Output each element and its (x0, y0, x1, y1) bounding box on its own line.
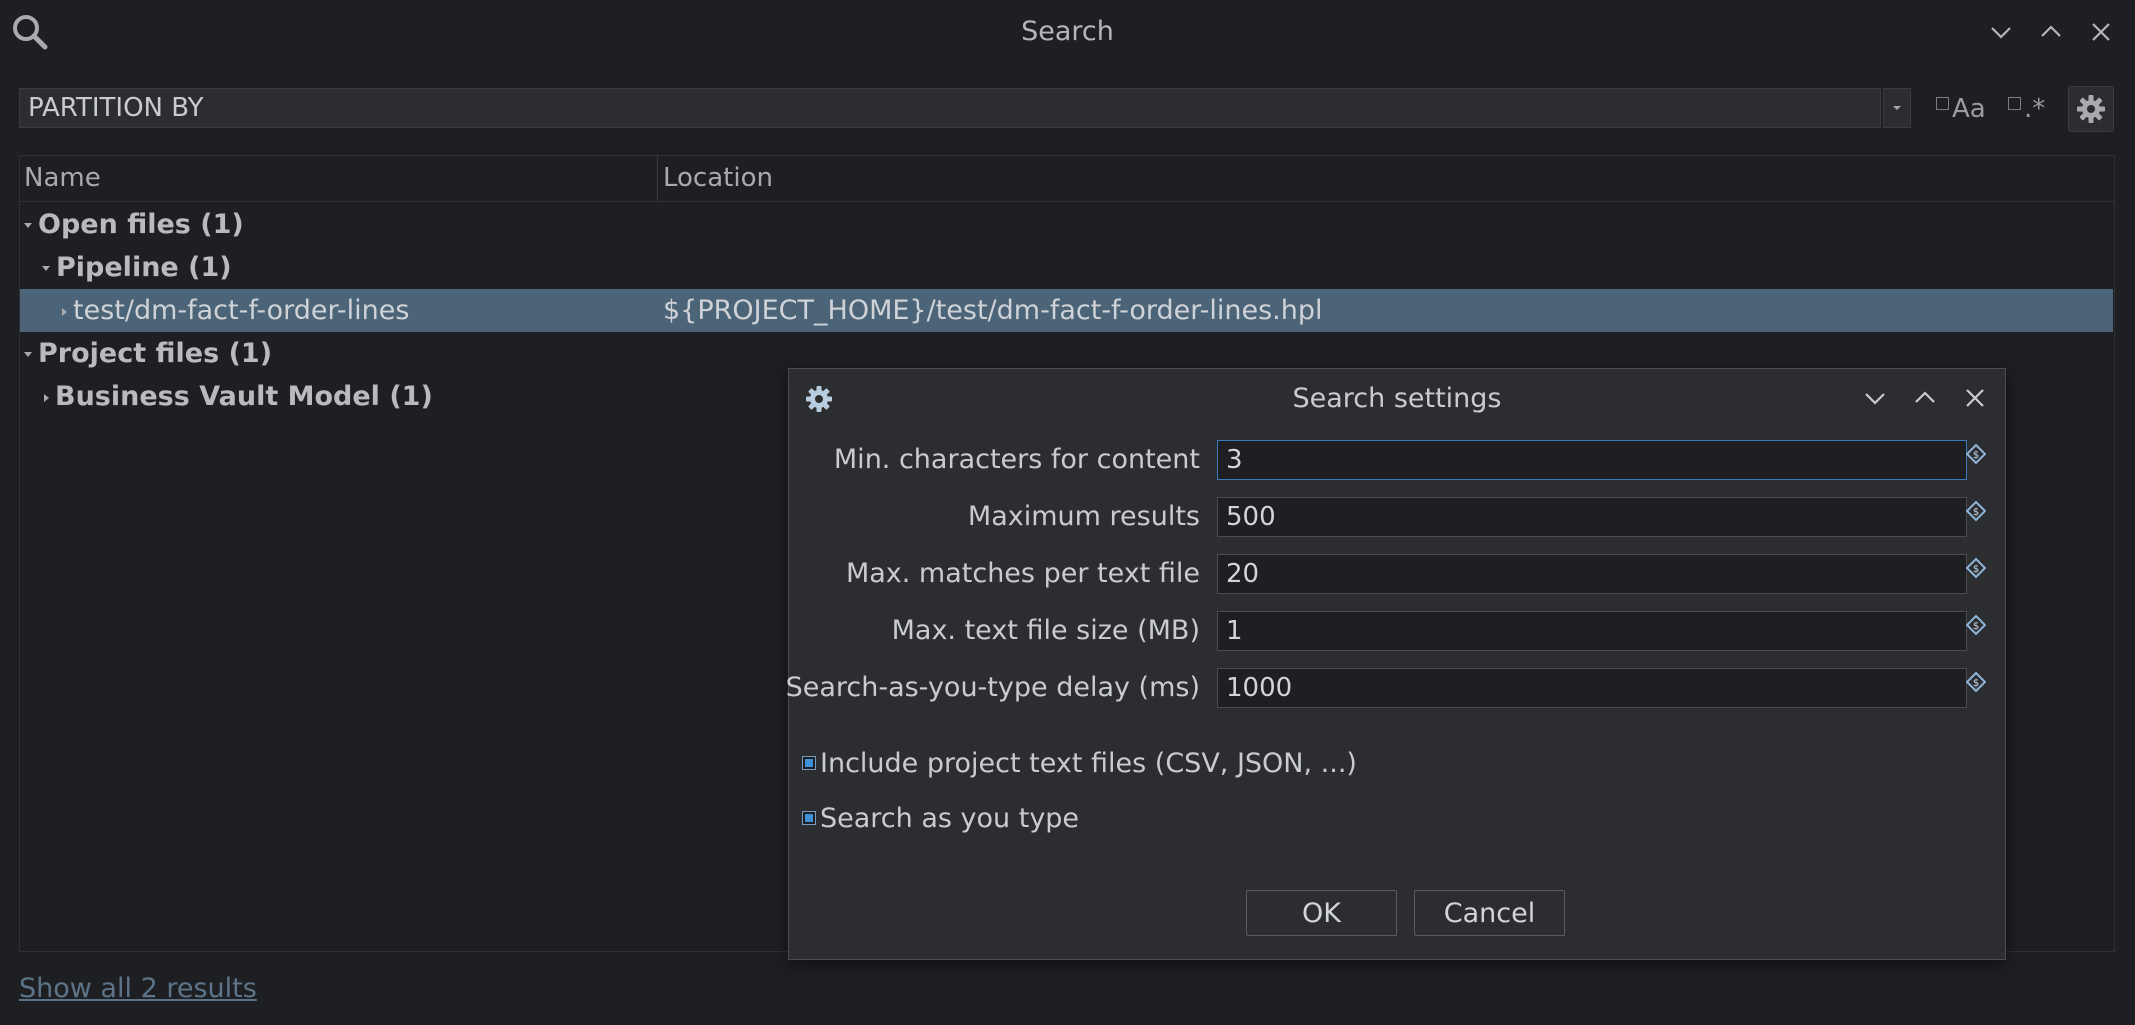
regex-toggle[interactable]: .* (2008, 92, 2045, 126)
max-matches-input[interactable] (1217, 554, 1967, 594)
expand-arrow-icon[interactable] (24, 223, 32, 228)
collapse-arrow-icon[interactable] (62, 307, 67, 316)
window-title: Search (1021, 16, 1114, 47)
max-results-label: Maximum results (967, 501, 1200, 532)
regex-label: .* (2024, 94, 2046, 124)
svg-text:$: $ (1973, 678, 1979, 689)
svg-text:$: $ (1973, 564, 1979, 575)
search-delay-input[interactable] (1217, 668, 1967, 708)
chevron-up-icon (2041, 25, 2061, 37)
svg-text:$: $ (1973, 450, 1979, 461)
variable-icon[interactable]: $ (1965, 500, 1987, 522)
variable-icon[interactable]: $ (1965, 557, 1987, 579)
svg-text:$: $ (1973, 507, 1979, 518)
tree-row-label: test/dm-fact-f-order-lines (73, 295, 410, 326)
chevron-down-icon (1893, 106, 1901, 110)
chevron-down-icon (1991, 27, 2011, 39)
gear-icon (2077, 95, 2105, 123)
min-chars-label: Min. characters for content (833, 444, 1200, 475)
tree-row-pipeline-file[interactable]: test/dm-fact-f-order-lines ${PROJECT_HOM… (20, 289, 2113, 332)
column-divider[interactable] (657, 156, 658, 201)
search-as-you-type-option[interactable]: Search as you type (802, 798, 1079, 838)
collapse-arrow-icon[interactable] (44, 393, 49, 402)
tree-row-open-files[interactable]: Open files (1) (20, 203, 2113, 246)
variable-icon[interactable]: $ (1965, 614, 1987, 636)
close-icon (2092, 23, 2110, 41)
expand-arrow-icon[interactable] (24, 352, 32, 357)
close-icon (1966, 389, 1984, 407)
close-button[interactable] (2083, 14, 2119, 50)
dialog-close-button[interactable] (1957, 380, 1993, 416)
case-sensitive-label: Aa (1952, 94, 1986, 124)
column-header-name[interactable]: Name (24, 156, 101, 201)
include-text-files-option[interactable]: Include project text files (CSV, JSON, .… (802, 743, 1357, 783)
tree-row-label: Open files (1) (38, 209, 244, 240)
tree-row-label: Pipeline (1) (56, 252, 232, 283)
variable-icon[interactable]: $ (1965, 671, 1987, 693)
ok-button[interactable]: OK (1246, 890, 1397, 936)
cancel-button[interactable]: Cancel (1414, 890, 1565, 936)
chevron-down-icon (1865, 393, 1885, 405)
tree-row-pipeline[interactable]: Pipeline (1) (20, 246, 2113, 289)
min-chars-input[interactable] (1217, 440, 1967, 480)
regex-checkbox[interactable] (2008, 96, 2021, 110)
include-text-files-checkbox[interactable] (802, 756, 816, 770)
search-input[interactable] (19, 88, 1881, 128)
search-delay-label: Search-as-you-type delay (ms) (785, 672, 1200, 703)
maximize-button[interactable] (2033, 14, 2069, 50)
search-as-you-type-checkbox[interactable] (802, 811, 816, 825)
search-as-you-type-label: Search as you type (820, 802, 1080, 834)
expand-arrow-icon[interactable] (42, 266, 50, 271)
show-all-results-link[interactable]: Show all 2 results (19, 973, 257, 1004)
svg-text:$: $ (1973, 621, 1979, 632)
max-matches-label: Max. matches per text file (845, 558, 1200, 589)
case-sensitive-checkbox[interactable] (1936, 96, 1949, 110)
max-results-input[interactable] (1217, 497, 1967, 537)
dialog-maximize-button[interactable] (1907, 380, 1943, 416)
tree-row-location: ${PROJECT_HOME}/test/dm-fact-f-order-lin… (663, 295, 1323, 326)
max-file-size-label: Max. text file size (MB) (891, 615, 1200, 646)
tree-row-label: Project files (1) (38, 338, 273, 369)
chevron-up-icon (1915, 391, 1935, 403)
max-file-size-input[interactable] (1217, 611, 1967, 651)
settings-button[interactable] (2068, 86, 2114, 132)
dialog-minimize-button[interactable] (1857, 380, 1893, 416)
include-text-files-label: Include project text files (CSV, JSON, .… (820, 747, 1357, 779)
search-history-dropdown[interactable] (1883, 88, 1911, 128)
case-sensitive-toggle[interactable]: Aa (1936, 92, 1986, 126)
tree-row-label: Business Vault Model (1) (55, 381, 433, 412)
variable-icon[interactable]: $ (1965, 443, 1987, 465)
minimize-button[interactable] (1983, 14, 2019, 50)
column-header-location[interactable]: Location (663, 156, 773, 201)
dialog-title: Search settings (1292, 383, 1502, 414)
results-header (20, 156, 2114, 202)
